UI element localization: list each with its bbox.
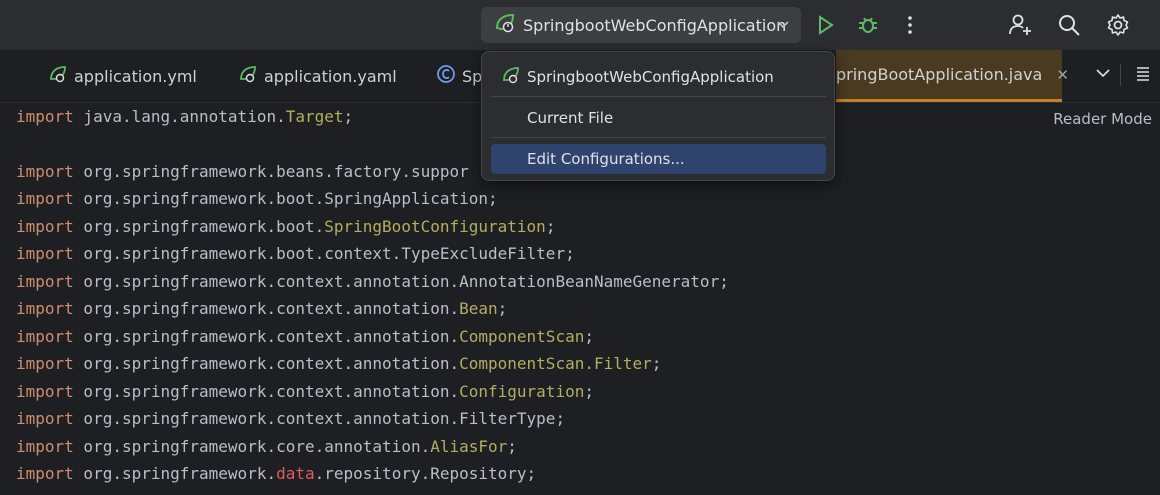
code-token: import [16, 354, 74, 373]
code-token: org.springframework.context.annotation.A… [73, 272, 729, 291]
tab-spring-boot-application-java[interactable]: pringBootApplication.java ✕ [836, 50, 1069, 102]
run-configuration-dropdown: SpringbootWebConfigApplication Current F… [481, 51, 835, 181]
spring-class-icon [436, 64, 456, 88]
menu-icon[interactable] [1134, 64, 1152, 86]
run-icon[interactable] [812, 12, 838, 38]
code-token: import [16, 299, 74, 318]
tab-label: application.yml [74, 66, 197, 86]
code-line[interactable]: import org.springframework.context.annot… [16, 326, 594, 348]
dropdown-item-label: SpringbootWebConfigApplication [527, 68, 774, 86]
code-token: import [16, 162, 74, 181]
dropdown-item-label: Current File [527, 109, 614, 127]
code-token: import [16, 244, 74, 263]
code-token: import [16, 382, 74, 401]
tab-label: pringBootApplication.java [836, 65, 1043, 84]
code-line[interactable]: import org.springframework.boot.SpringAp… [16, 188, 498, 210]
tab-application-yml[interactable]: application.yml [48, 50, 197, 102]
spring-leaf-icon [48, 64, 68, 88]
code-line[interactable]: import org.springframework.core.annotati… [16, 436, 517, 458]
code-line[interactable]: import org.springframework.context.annot… [16, 271, 729, 293]
code-token: ; [584, 382, 594, 401]
code-token: import [16, 327, 74, 346]
gear-icon[interactable] [1105, 12, 1131, 38]
code-token: import [16, 437, 74, 456]
dropdown-separator [491, 96, 826, 97]
code-token: org.springframework.beans.factory.suppor [73, 162, 469, 181]
close-icon[interactable]: ✕ [1056, 66, 1069, 84]
code-token: import [16, 409, 74, 428]
code-token: org.springframework.context.annotation.F… [73, 409, 566, 428]
code-token: org.springframework.boot. [73, 217, 325, 236]
tab-spring-class[interactable]: Sp [436, 50, 482, 102]
search-icon[interactable] [1056, 12, 1082, 38]
code-token: import [16, 272, 74, 291]
chevron-down-icon[interactable] [1094, 64, 1112, 86]
dropdown-item-label: Edit Configurations... [527, 150, 685, 168]
code-line[interactable]: import org.springframework.beans.factory… [16, 161, 469, 183]
dropdown-separator [491, 137, 826, 138]
code-token: ; [651, 354, 662, 373]
code-token: ; [545, 217, 556, 236]
run-configuration-label: SpringbootWebConfigApplication [523, 15, 787, 35]
tab-label: Sp [462, 66, 483, 86]
code-token: Configuration [459, 382, 585, 401]
more-vertical-icon[interactable] [897, 12, 923, 38]
code-line[interactable]: import org.springframework.context.annot… [16, 381, 594, 403]
spring-leaf-icon [501, 65, 521, 89]
code-token: import [16, 189, 74, 208]
code-token: AliasFor [430, 437, 508, 456]
reader-mode-toggle[interactable]: Reader Mode [1053, 110, 1152, 128]
code-token: org.springframework.context.annotation. [73, 327, 460, 346]
code-token: ; [497, 299, 508, 318]
code-token: Target [285, 107, 344, 126]
dropdown-item-springboot-app[interactable]: SpringbootWebConfigApplication [491, 62, 826, 92]
chevron-down-icon[interactable] [775, 16, 791, 36]
debug-icon[interactable] [855, 12, 881, 38]
code-line[interactable]: import org.springframework.context.annot… [16, 353, 661, 375]
code-token: import [16, 107, 74, 126]
code-token: org.springframework.core.annotation. [73, 437, 431, 456]
code-line[interactable]: import org.springframework.context.annot… [16, 298, 507, 320]
code-token: data [276, 464, 315, 483]
code-line[interactable]: import java.lang.annotation.Target; [16, 106, 353, 128]
code-token: org.springframework.context.annotation. [73, 354, 460, 373]
code-token: .repository.Repository; [314, 464, 537, 483]
spring-leaf-icon [238, 64, 258, 88]
dropdown-item-current-file[interactable]: Current File [491, 103, 826, 133]
divider [1120, 64, 1121, 86]
code-token: import [16, 217, 74, 236]
code-line[interactable]: import org.springframework.data.reposito… [16, 463, 536, 485]
code-line[interactable]: import org.springframework.context.annot… [16, 408, 565, 430]
code-line[interactable]: import org.springframework.boot.SpringBo… [16, 216, 555, 238]
dropdown-item-edit-configurations[interactable]: Edit Configurations... [491, 144, 826, 174]
spring-leaf-icon [493, 11, 517, 39]
add-user-icon[interactable] [1007, 12, 1033, 38]
tab-label: application.yaml [264, 66, 397, 86]
code-token: org.springframework.boot.context.TypeExc… [73, 244, 575, 263]
code-line[interactable]: import org.springframework.boot.context.… [16, 243, 575, 265]
code-token: org.springframework.context.annotation. [73, 299, 460, 318]
code-token: ; [343, 107, 354, 126]
code-token: org.springframework.boot.SpringApplicati… [73, 189, 498, 208]
tab-application-yaml[interactable]: application.yaml [238, 50, 397, 102]
code-token: org.springframework. [73, 464, 277, 483]
code-token: ; [584, 327, 594, 346]
code-token: Bean [459, 299, 498, 318]
code-token: org.springframework.context.annotation. [73, 382, 460, 401]
run-configuration-selector[interactable]: SpringbootWebConfigApplication [481, 7, 801, 43]
code-token: ComponentScan [459, 327, 585, 346]
code-token: SpringBootConfiguration [324, 217, 546, 236]
code-token: java.lang.annotation. [73, 107, 286, 126]
code-token: ; [507, 437, 517, 456]
code-token: ComponentScan.Filter [459, 354, 652, 373]
code-token: import [16, 464, 74, 483]
main-toolbar: SpringbootWebConfigApplication [0, 0, 1160, 50]
